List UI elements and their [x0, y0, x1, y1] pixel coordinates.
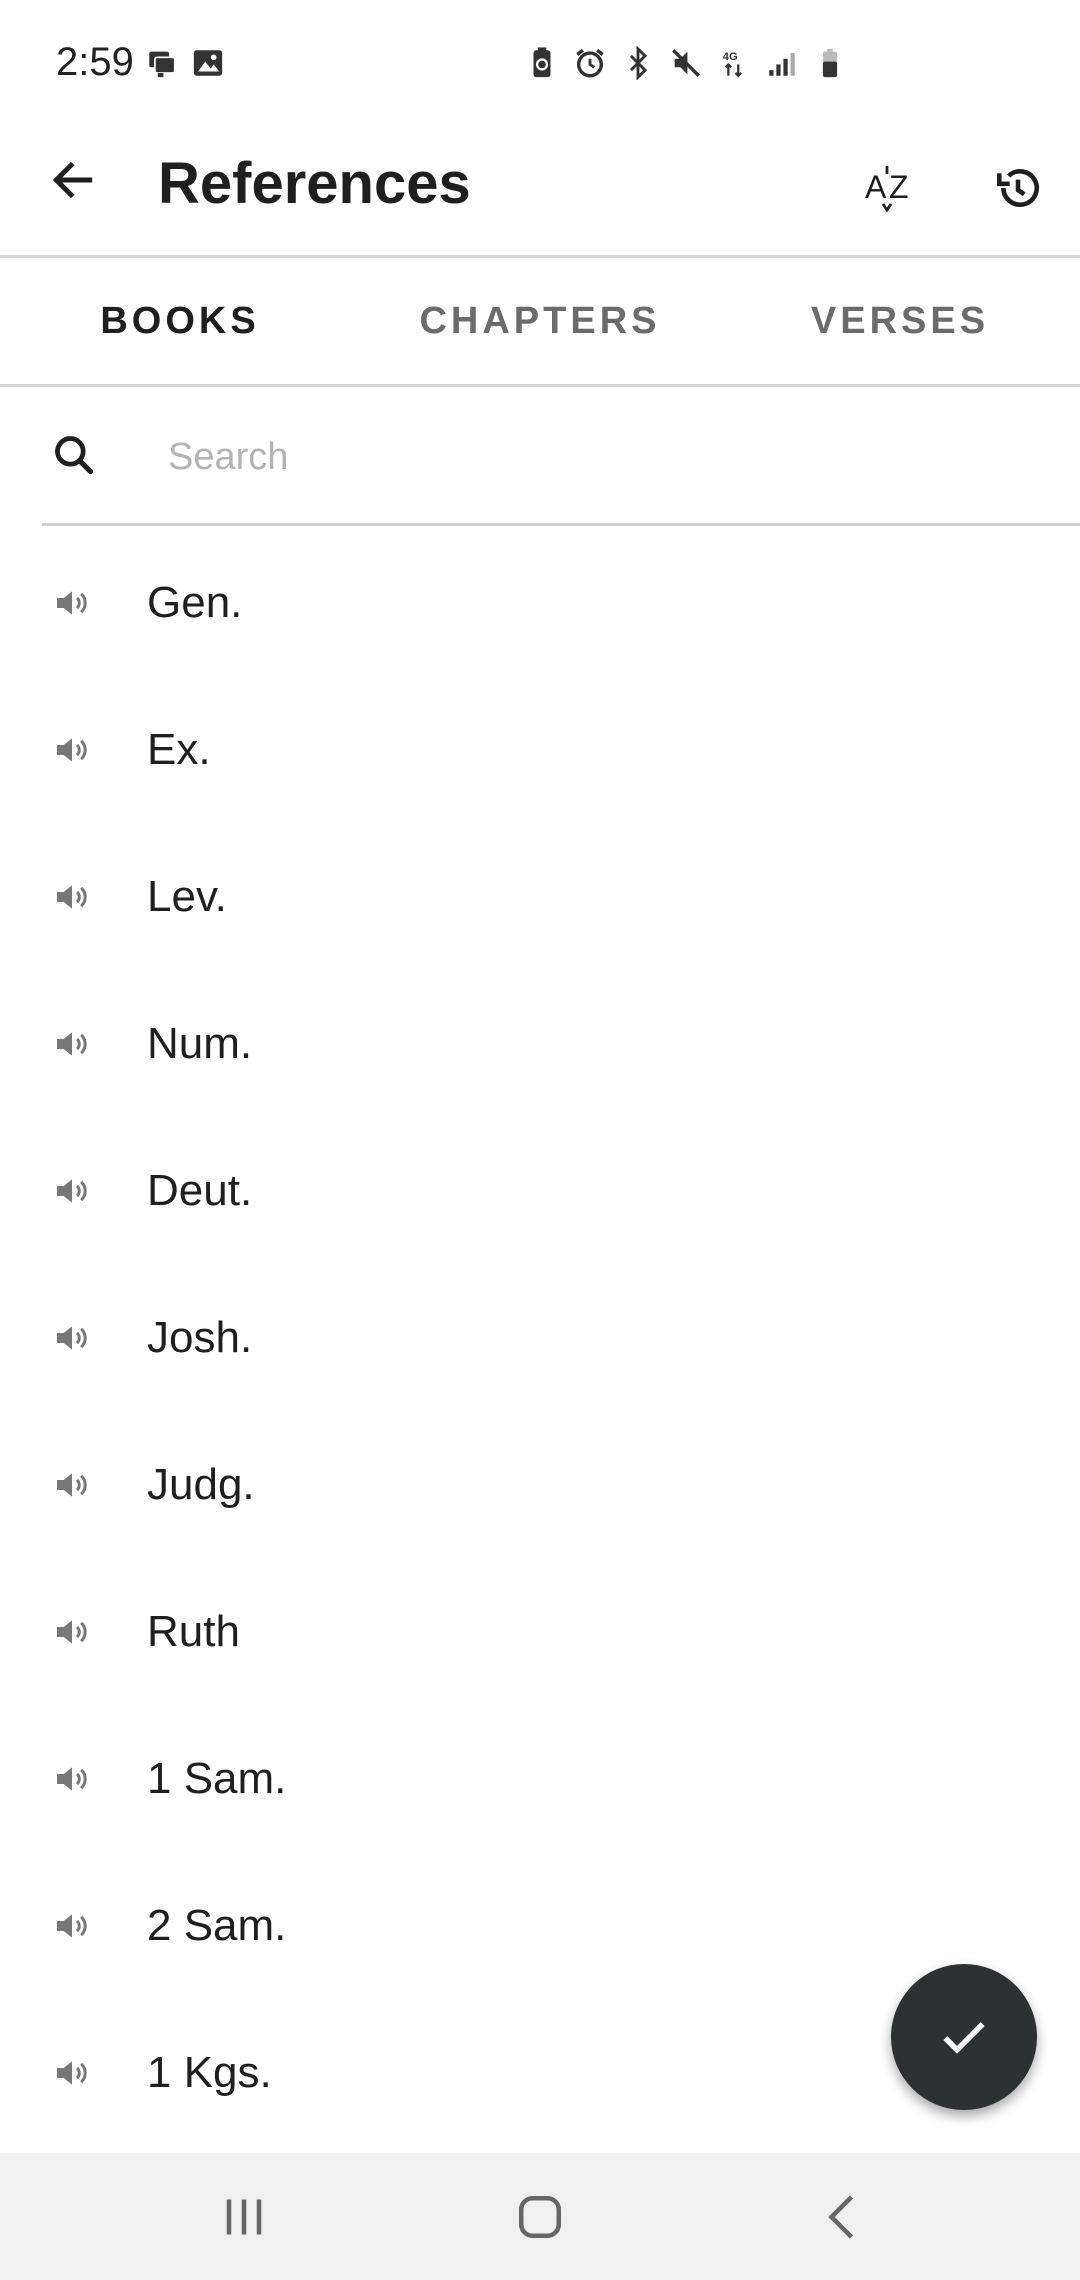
- page-title: References: [158, 151, 471, 216]
- signal-icon: [769, 53, 795, 76]
- alarm-icon: [576, 48, 604, 78]
- list-item[interactable]: 1 Sam.: [0, 1705, 1080, 1852]
- battery-icon: [822, 48, 838, 78]
- list-item[interactable]: Judg.: [0, 1411, 1080, 1558]
- svg-text:Z: Z: [889, 169, 909, 205]
- speaker-icon[interactable]: [52, 877, 92, 917]
- sort-az-icon: A Z: [865, 166, 909, 213]
- back-button[interactable]: [38, 140, 108, 220]
- svg-text:4G: 4G: [723, 51, 738, 63]
- search-input[interactable]: [166, 421, 1050, 493]
- list-item[interactable]: Num.: [0, 970, 1080, 1117]
- speaker-icon[interactable]: [52, 1171, 92, 1211]
- list-item[interactable]: 2 Sam.: [0, 1852, 1080, 1999]
- tab-chapters[interactable]: CHAPTERS: [360, 258, 720, 384]
- speaker-icon[interactable]: [52, 1465, 92, 1505]
- system-nav-bar: [0, 2153, 1080, 2280]
- home-icon[interactable]: [510, 2187, 570, 2247]
- check-icon: [943, 2022, 985, 2054]
- mute-icon: [672, 49, 700, 77]
- book-label: Num.: [147, 1018, 253, 1068]
- speaker-icon[interactable]: [52, 1612, 92, 1652]
- list-item[interactable]: Josh.: [0, 1264, 1080, 1411]
- status-time: 2:59: [56, 40, 134, 84]
- book-label: Deut.: [147, 1165, 253, 1215]
- book-label: 1 Kgs.: [147, 2047, 272, 2097]
- book-label: 1 Sam.: [147, 1753, 287, 1803]
- list-item[interactable]: Gen.: [0, 529, 1080, 676]
- speaker-icon[interactable]: [52, 1759, 92, 1799]
- search-bar: [42, 387, 1080, 526]
- nav-back-icon[interactable]: [814, 2187, 874, 2247]
- svg-text:A: A: [865, 169, 887, 205]
- book-label: Judg.: [147, 1459, 255, 1509]
- app-bar: References A Z: [0, 110, 1080, 256]
- speaker-icon[interactable]: [52, 2053, 92, 2093]
- book-label: 2 Sam.: [147, 1900, 287, 1950]
- book-label: Ex.: [147, 724, 211, 774]
- network-4g-icon: 4G: [723, 51, 742, 78]
- book-label: Josh.: [147, 1312, 253, 1362]
- list-item[interactable]: Ruth: [0, 1558, 1080, 1705]
- book-list: Gen. Ex. Lev. Num. Deut. Josh. Judg. Rut…: [0, 529, 1080, 2146]
- search-icon: [55, 436, 94, 475]
- tab-verses[interactable]: VERSES: [720, 258, 1080, 384]
- history-button[interactable]: [982, 152, 1054, 224]
- arrow-back-icon: [52, 161, 93, 199]
- recents-icon[interactable]: [214, 2187, 274, 2247]
- speaker-icon[interactable]: [52, 730, 92, 770]
- tab-books[interactable]: BOOKS: [0, 258, 360, 384]
- book-label: Ruth: [147, 1606, 240, 1656]
- history-icon: [996, 169, 1039, 207]
- confirm-fab-button[interactable]: [891, 1964, 1037, 2110]
- list-item[interactable]: Deut.: [0, 1117, 1080, 1264]
- book-label: Lev.: [147, 871, 227, 921]
- book-label: Gen.: [147, 577, 243, 627]
- battery-saver-icon: [533, 47, 551, 78]
- bluetooth-icon: [629, 46, 648, 80]
- speaker-icon[interactable]: [52, 1024, 92, 1064]
- sort-button[interactable]: A Z: [855, 152, 927, 224]
- image-icon: [193, 50, 223, 76]
- speaker-icon[interactable]: [52, 583, 92, 623]
- tab-bar: BOOKS CHAPTERS VERSES: [0, 258, 1080, 384]
- list-item[interactable]: Ex.: [0, 676, 1080, 823]
- speaker-icon[interactable]: [52, 1318, 92, 1358]
- search-underline: [42, 523, 1080, 526]
- speaker-icon[interactable]: [52, 1906, 92, 1946]
- notification-icon: [149, 51, 176, 78]
- list-item[interactable]: Lev.: [0, 823, 1080, 970]
